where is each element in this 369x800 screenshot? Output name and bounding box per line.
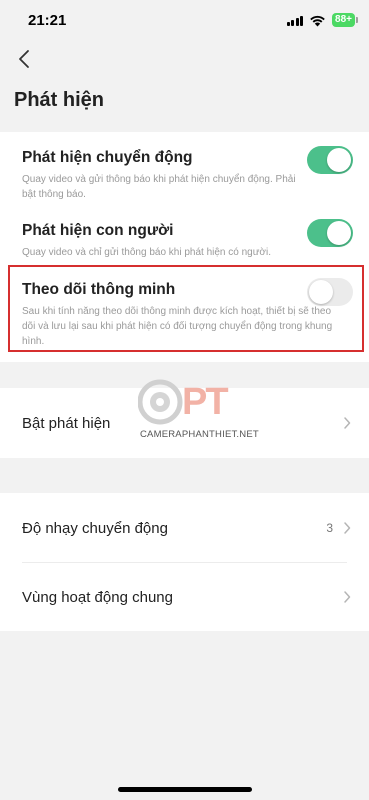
toggle-knob	[327, 148, 351, 172]
watermark-logo: PT CAMERAPHANTHIET.NET	[137, 378, 259, 442]
chevron-right-icon	[344, 522, 351, 534]
battery-icon: 88+	[332, 13, 358, 27]
watermark-logo-text: PT	[182, 381, 229, 423]
status-time: 21:21	[28, 12, 67, 29]
sensitivity-label: Độ nhạy chuyển động	[22, 519, 168, 537]
chevron-right-icon	[344, 417, 351, 429]
motion-detection-description: Quay video và gửi thông báo khi phát hiệ…	[22, 174, 296, 200]
human-detection-description: Quay video và chỉ gửi thông báo khi phát…	[22, 247, 271, 258]
signal-icon	[286, 15, 304, 26]
detection-card: Phát hiện chuyển động Quay video và gửi …	[0, 132, 369, 362]
human-detection-title: Phát hiện con người	[22, 222, 174, 239]
highlight-box	[8, 265, 364, 352]
motion-detection-row: Phát hiện chuyển động Quay video và gửi …	[22, 146, 353, 202]
activity-zone-label: Vùng hoạt động chung	[22, 588, 173, 606]
status-bar: 21:21 88+	[0, 0, 369, 44]
home-indicator[interactable]	[118, 787, 252, 792]
status-icons: 88+	[286, 13, 358, 27]
sensitivity-value: 3	[326, 521, 333, 535]
chevron-right-icon	[344, 591, 351, 603]
wifi-icon	[310, 15, 325, 26]
human-detection-toggle[interactable]	[307, 219, 353, 247]
motion-detection-title: Phát hiện chuyển động	[22, 149, 193, 166]
page-title: Phát hiện	[14, 89, 105, 111]
toggle-knob	[327, 221, 351, 245]
back-button[interactable]	[12, 46, 36, 72]
activity-zone-row[interactable]: Vùng hoạt động chung	[22, 563, 351, 631]
sensitivity-row[interactable]: Độ nhạy chuyển động 3	[22, 494, 351, 562]
chevron-left-icon	[19, 50, 29, 68]
human-detection-row: Phát hiện con người Quay video và chỉ gử…	[22, 219, 353, 260]
watermark-caption: CAMERAPHANTHIET.NET	[140, 429, 259, 440]
sensitivity-card: Độ nhạy chuyển động 3 Vùng hoạt động chu…	[0, 493, 369, 631]
motion-detection-toggle[interactable]	[307, 146, 353, 174]
